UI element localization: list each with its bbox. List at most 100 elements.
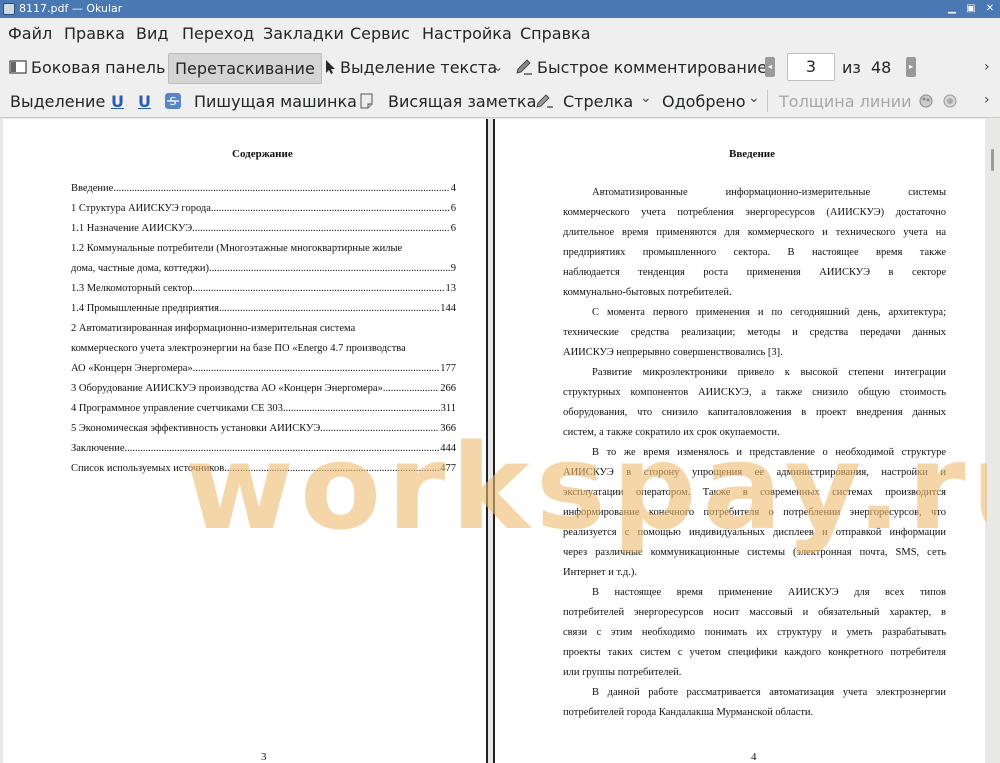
typewriter-button[interactable]: Пишущая машинка	[194, 92, 357, 112]
close-icon[interactable]: ✕	[983, 2, 997, 16]
arrow-label: Стрелка	[563, 92, 634, 111]
cursor-arrow-icon	[326, 59, 335, 74]
drag-tool-button[interactable]: Перетаскивание	[168, 53, 322, 84]
toc-entry[interactable]: Заключение 444	[71, 442, 456, 456]
menu-file[interactable]: Файл	[8, 24, 52, 44]
toc-entry[interactable]: АО «Концерн Энергомера» 177	[71, 362, 456, 376]
toc-entry-label: 3 Оборудование АИИСКУЭ производства АО «…	[71, 383, 383, 394]
text-line: потребителей энергоресурсов носит массов…	[563, 607, 946, 618]
window-title: 8117.pdf — Okular	[19, 2, 123, 15]
toc-entry-label: дома, частные дома, коттеджи).	[71, 263, 212, 274]
underline-icon[interactable]: U	[111, 92, 124, 112]
toc-entry[interactable]: 5 Экономическая эффективность установки …	[71, 422, 456, 436]
menu-edit[interactable]: Правка	[64, 24, 125, 44]
note-icon	[360, 93, 373, 108]
strikeout-icon[interactable]: S	[164, 92, 182, 115]
toc-entry[interactable]: 3 Оборудование АИИСКУЭ производства АО «…	[71, 382, 456, 396]
drag-tool-label: Перетаскивание	[175, 59, 315, 78]
menu-go[interactable]: Переход	[182, 24, 254, 44]
toc-entry[interactable]: 1.3 Мелкомоторный сектор 13	[71, 282, 456, 296]
toc-entry[interactable]: Список используемых источников 477	[71, 462, 456, 476]
toc-leader	[211, 202, 450, 216]
sidebar-label: Боковая панель	[31, 58, 166, 77]
toc-entry-label: 1 Структура АИИСКУЭ города	[71, 203, 211, 214]
toc-leader	[192, 282, 444, 296]
chevron-down-icon[interactable]: ⌄	[493, 60, 503, 74]
text-line: проекты таких систем с учетом специфики …	[563, 647, 946, 658]
quick-comment-button[interactable]: Быстрое комментирование	[515, 58, 767, 78]
text-line: структурных компонентов АИИСКУЭ, а также…	[563, 387, 946, 398]
toc-entry-page: 4	[450, 183, 456, 194]
arrow-chevron-down-icon[interactable]: ⌄	[640, 90, 652, 106]
palette-svg	[919, 94, 933, 108]
text-line: оборудования, что снизило капиталовложен…	[563, 407, 946, 418]
toc-leader	[193, 362, 440, 376]
toc-entry[interactable]: 1.4 Промышленные предприятия. 144	[71, 302, 456, 316]
toc-leader	[283, 402, 440, 416]
sticky-note-button[interactable]: Висящая заметка	[358, 92, 536, 112]
toc-entry-label: 1.1 Назначение АИИСКУЭ	[71, 223, 193, 234]
toc-entry-label: 4 Программное управление счетчиками СЕ 3…	[71, 403, 283, 414]
squiggle-underline-icon[interactable]: U	[138, 92, 151, 112]
text-line: АИИСКУЭ в сторону упрощения ее администр…	[563, 467, 946, 478]
toc-leader	[224, 462, 439, 476]
toc-entry-page: 6	[450, 223, 456, 234]
toc-entry-page: 444	[440, 443, 456, 454]
toc-leader	[192, 222, 450, 236]
toolbar2-overflow-icon[interactable]: ›	[984, 92, 990, 108]
toc-entry-label: 1.3 Мелкомоторный сектор	[71, 283, 193, 294]
text-line: длительное время применяются для коммерч…	[563, 227, 946, 238]
toc-entry-page: 366	[440, 423, 456, 434]
toc-leader	[125, 442, 440, 456]
toolbar-separator	[767, 90, 768, 112]
opacity-svg	[943, 94, 957, 108]
menu-tools[interactable]: Сервис	[350, 24, 410, 44]
approved-button[interactable]: Одобрено	[662, 92, 746, 112]
vertical-scrollbar[interactable]	[987, 119, 1000, 763]
toc-entry-page: 6	[450, 203, 456, 214]
text-line: связи с этим необходимо понимать их стру…	[563, 627, 946, 638]
strikeout-svg: S	[165, 93, 181, 109]
toc-entry-label-line2: коммерческого учета электроэнергии на ба…	[71, 343, 406, 354]
toc-entry-page: 144	[440, 303, 456, 314]
next-page-icon[interactable]: ▸	[906, 57, 916, 77]
previous-page-icon[interactable]: ◂	[765, 57, 775, 77]
color-icon[interactable]	[918, 93, 934, 114]
quick-comment-label: Быстрое комментирование	[537, 58, 768, 77]
text-line: технические средства реализации; методы …	[563, 327, 946, 338]
toc-entry-page: 177	[440, 363, 456, 374]
line-width-button[interactable]: Толщина линии	[779, 92, 912, 112]
toc-entry[interactable]: дома, частные дома, коттеджи). 9	[71, 262, 456, 276]
document-view[interactable]: Содержание Введение 4 1 Структура АИИСКУЭ…	[0, 119, 1000, 763]
arrow-pen-icon	[536, 93, 553, 108]
toolbar-overflow-icon[interactable]: ›	[984, 59, 990, 75]
text-select-button[interactable]: Выделение текста	[324, 58, 497, 78]
text-line: или группы потребителей.	[563, 667, 682, 678]
toc-entry[interactable]: 1 Структура АИИСКУЭ города 6	[71, 202, 456, 216]
menu-help[interactable]: Справка	[520, 24, 591, 44]
maximize-icon[interactable]: ▣	[964, 2, 978, 16]
toc-entry-page: 311	[440, 403, 456, 414]
arrow-button[interactable]: Стрелка	[535, 92, 633, 112]
text-line: предприятиях промышленного сектора. В на…	[563, 247, 946, 258]
menu-view[interactable]: Вид	[136, 24, 168, 44]
toc-entry-label: Заключение	[71, 443, 125, 454]
opacity-icon[interactable]	[942, 93, 958, 114]
highlight-button[interactable]: Выделение	[10, 92, 105, 112]
toc-entry[interactable]: 4 Программное управление счетчиками СЕ 3…	[71, 402, 456, 416]
toc-entry[interactable]: 1.1 Назначение АИИСКУЭ 6	[71, 222, 456, 236]
text-select-label: Выделение текста	[340, 58, 498, 77]
minimize-icon[interactable]: ▁	[945, 2, 959, 16]
toc-entry[interactable]: Введение 4	[71, 182, 456, 196]
menu-bookmarks[interactable]: Закладки	[263, 24, 344, 44]
sidebar-icon	[9, 59, 27, 74]
sidebar-button[interactable]: Боковая панель	[9, 58, 165, 78]
menu-settings[interactable]: Настройка	[422, 24, 512, 44]
toc-heading: Содержание	[232, 148, 293, 160]
approved-chevron-down-icon[interactable]: ⌄	[748, 90, 760, 106]
page-number-input[interactable]: 3	[787, 53, 835, 81]
text-line: коммерческого учета потребления энергоре…	[563, 207, 946, 218]
text-line: наблюдается тенденция роста применения А…	[563, 267, 946, 278]
annotation-toolbar: Выделение U U S Пишущая машинка Висящая …	[0, 84, 1000, 118]
scrollbar-thumb[interactable]	[991, 149, 994, 171]
